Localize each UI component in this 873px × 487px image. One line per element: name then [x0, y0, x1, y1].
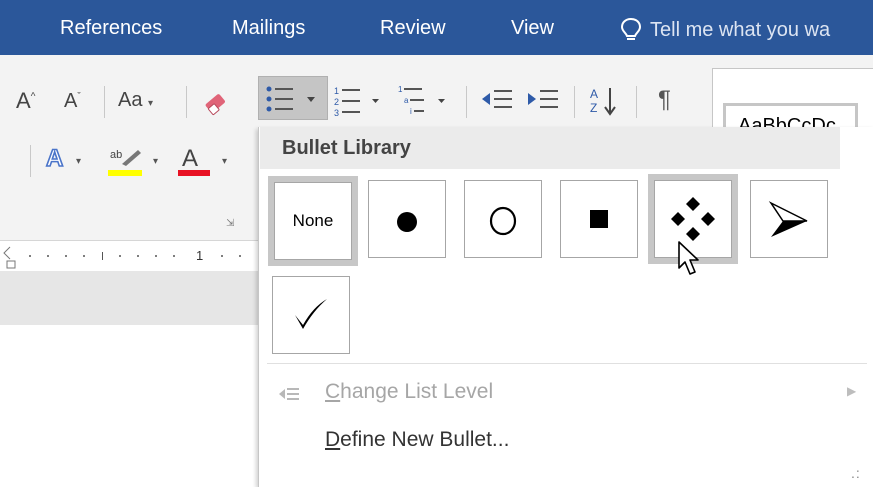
svg-text:a: a — [404, 96, 409, 105]
bullet-tile-hollow-circle[interactable] — [464, 180, 542, 258]
submenu-arrow-icon: ▶ — [847, 384, 857, 398]
clear-formatting-icon[interactable] — [200, 86, 232, 118]
change-case-button[interactable]: Aa ▾ — [118, 89, 153, 112]
change-case-label: Aa — [118, 89, 143, 111]
four-diamond-bullet-icon — [671, 197, 715, 241]
define-new-bullet-mnemonic: D — [325, 428, 341, 451]
tab-review[interactable]: Review — [380, 17, 446, 40]
bullet-list-icon — [266, 86, 315, 112]
bullet-tile-none[interactable]: None — [268, 176, 358, 266]
sort-icon[interactable]: A Z — [588, 84, 622, 118]
svg-text:A: A — [590, 87, 598, 101]
chevron-down-icon[interactable]: ▾ — [76, 156, 81, 167]
text-effects-icon[interactable]: A — [44, 144, 70, 172]
bullet-tile-checkmark[interactable] — [272, 276, 350, 354]
svg-text:A: A — [182, 145, 198, 172]
checkmark-bullet-icon — [295, 299, 327, 329]
svg-text:1: 1 — [398, 85, 403, 94]
horizontal-ruler[interactable]: 1 — [0, 240, 260, 271]
numbering-button[interactable]: 1 2 3 — [332, 80, 394, 120]
bullets-button[interactable] — [258, 76, 328, 120]
arrowhead-bullet-icon — [768, 201, 808, 237]
separator — [636, 86, 637, 118]
tab-view[interactable]: View — [511, 17, 554, 40]
resize-grip-icon[interactable]: .: — [851, 465, 861, 481]
decrease-indent-icon[interactable] — [480, 86, 514, 116]
filled-square-bullet-icon — [590, 210, 608, 228]
document-background — [0, 271, 260, 325]
separator — [30, 145, 31, 177]
ruler-mark-label: 1 — [196, 248, 204, 263]
multilevel-list-button[interactable]: 1 a i — [396, 80, 458, 120]
change-list-level-mnemonic: C — [325, 380, 341, 403]
svg-text:1: 1 — [334, 86, 339, 96]
lightbulb-icon — [620, 17, 642, 40]
highlight-color-icon[interactable]: ab — [108, 142, 144, 178]
define-new-bullet-menu-item[interactable]: Define New Bullet... — [259, 418, 859, 462]
menu-divider — [267, 363, 867, 364]
separator — [186, 86, 187, 118]
svg-text:Z: Z — [590, 101, 597, 115]
bullet-library-header: Bullet Library — [260, 127, 840, 169]
ribbon-tab-bar: References Mailings Review View Tell me … — [0, 0, 873, 55]
shrink-font-button[interactable]: Aˇ — [64, 90, 81, 113]
mouse-pointer-icon — [678, 241, 699, 275]
bullet-tile-arrowhead[interactable] — [750, 180, 828, 258]
change-list-level-label: hange List Level — [340, 380, 494, 403]
change-list-level-menu-item[interactable]: Change List Level ▶ — [259, 370, 859, 414]
filled-circle-bullet-icon — [397, 212, 417, 232]
define-new-bullet-label: efine New Bullet... — [340, 428, 510, 451]
separator — [466, 86, 467, 118]
svg-text:i: i — [410, 107, 412, 116]
separator — [104, 86, 105, 118]
show-formatting-marks-icon[interactable]: ¶ — [658, 86, 671, 114]
chevron-down-icon[interactable]: ▾ — [153, 156, 158, 167]
tell-me-text: Tell me what you wa — [650, 18, 831, 41]
svg-text:A: A — [46, 145, 63, 172]
tab-mailings[interactable]: Mailings — [232, 17, 305, 40]
bullet-none-label: None — [292, 211, 334, 230]
ruler-scale — [3, 246, 241, 269]
svg-text:2: 2 — [334, 97, 339, 107]
bullet-library-dropdown: Bullet Library None Change List Level ▶ … — [258, 127, 873, 487]
font-dialog-launcher-icon[interactable]: ⇲ — [226, 218, 234, 229]
bullet-tile-filled-square[interactable] — [560, 180, 638, 258]
tell-me-search[interactable]: Tell me what you wa — [620, 17, 830, 43]
grow-font-button[interactable]: A^ — [16, 88, 35, 114]
hollow-circle-bullet-icon — [489, 206, 517, 236]
change-level-icon — [279, 388, 299, 400]
svg-text:ab: ab — [110, 149, 122, 161]
svg-text:3: 3 — [334, 108, 339, 118]
bullet-tile-filled-circle[interactable] — [368, 180, 446, 258]
font-color-icon[interactable]: A — [178, 142, 212, 178]
separator — [574, 86, 575, 118]
tab-references[interactable]: References — [60, 17, 162, 40]
chevron-down-icon[interactable]: ▾ — [222, 156, 227, 167]
increase-indent-icon[interactable] — [526, 86, 560, 116]
